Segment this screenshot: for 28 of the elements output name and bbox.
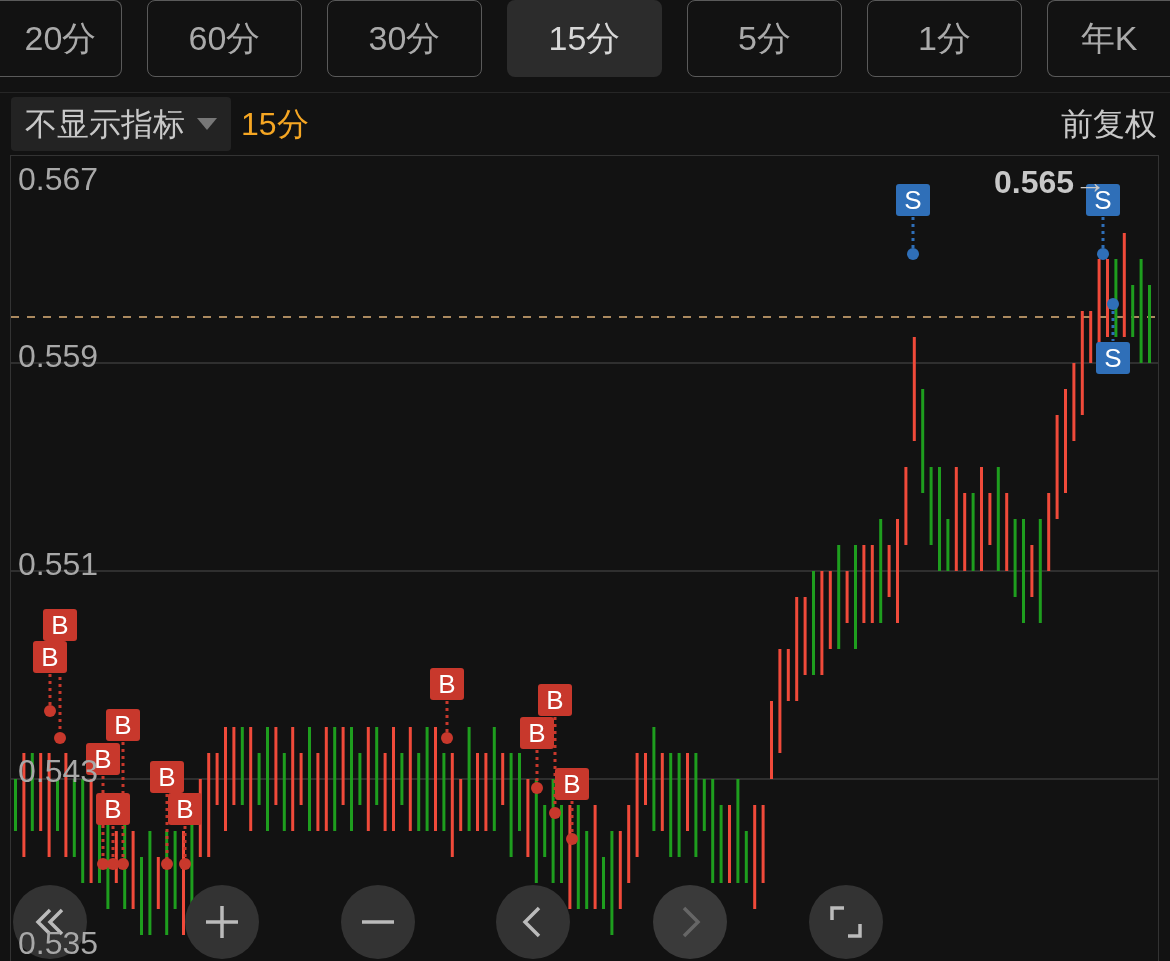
period-tab[interactable]: 30分 [327,0,482,77]
trade-marker[interactable]: B [150,761,184,793]
trade-marker[interactable]: B [430,668,464,700]
caret-down-icon [197,118,217,130]
y-axis-label: 0.559 [18,340,99,372]
trade-marker[interactable]: B [520,717,554,749]
trade-marker[interactable]: S [896,184,930,216]
y-axis-label: 0.567 [18,163,99,195]
trade-marker[interactable]: B [538,684,572,716]
period-tab[interactable]: 1分 [867,0,1022,77]
trade-marker[interactable]: S [1096,342,1130,374]
trade-marker[interactable]: B [555,768,589,800]
trade-marker[interactable]: B [96,793,130,825]
period-label: 15分 [241,105,309,144]
period-tab[interactable]: 20分 [0,0,122,77]
period-tab[interactable]: 5分 [687,0,842,77]
trade-marker[interactable]: B [33,641,67,673]
y-axis-label: 0.551 [18,548,99,580]
trade-marker[interactable]: B [43,609,77,641]
trade-marker[interactable]: B [168,793,202,825]
period-tab[interactable]: 15分 [507,0,662,77]
period-tab[interactable]: 年K [1047,0,1170,77]
indicator-dropdown[interactable]: 不显示指标 [11,97,231,151]
trade-marker[interactable]: B [106,709,140,741]
adjustment-option[interactable]: 前复权 [1061,100,1157,148]
period-tab[interactable]: 60分 [147,0,302,77]
y-axis-label: 0.535 [18,927,99,959]
dropdown-value: 不显示指标 [25,105,185,144]
